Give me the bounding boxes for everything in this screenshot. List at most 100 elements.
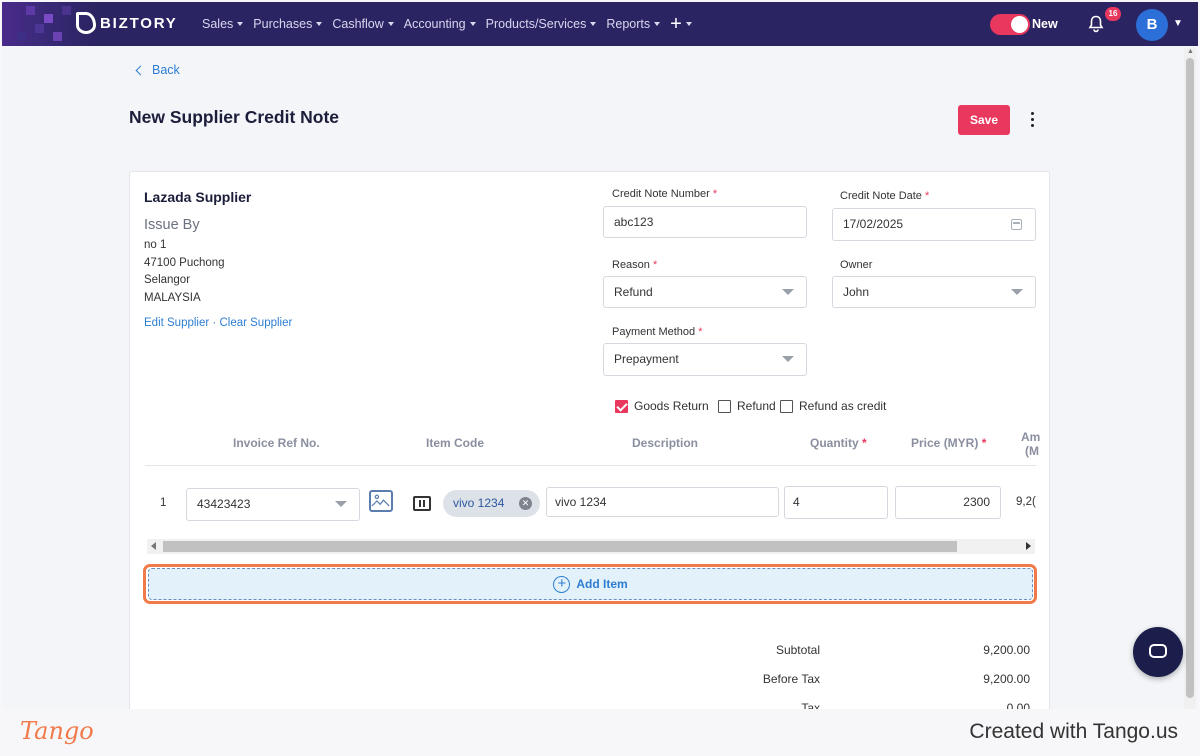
add-item-label: Add Item: [576, 577, 628, 591]
col-item-code: Item Code: [426, 436, 485, 450]
menu-item-add[interactable]: +: [670, 13, 692, 35]
menu-item-cashflow[interactable]: Cashflow: [332, 16, 394, 32]
address-line: MALAYSIA: [144, 292, 201, 304]
add-item-button[interactable]: + Add Item: [148, 568, 1033, 600]
edit-supplier-link[interactable]: Edit Supplier: [144, 317, 209, 329]
chevron-down-icon: [782, 356, 794, 362]
table-horizontal-scrollbar[interactable]: [147, 539, 1035, 554]
issue-by-label: Issue By: [144, 217, 200, 233]
description-input[interactable]: vivo 1234: [546, 487, 779, 517]
checkbox-icon: [718, 399, 731, 413]
clear-supplier-link[interactable]: Clear Supplier: [219, 317, 292, 329]
menu-label: Products/Services: [485, 17, 587, 31]
refund-checkbox[interactable]: Refund: [718, 399, 776, 413]
menu-item-accounting[interactable]: Accounting: [404, 16, 476, 32]
col-invoice-ref: Invoice Ref No.: [233, 436, 320, 450]
chevron-down-icon: [335, 501, 347, 507]
owner-value: John: [843, 285, 870, 299]
menu-item-products-services[interactable]: Products/Services: [486, 16, 597, 32]
plus-icon: +: [670, 13, 682, 35]
back-label: Back: [152, 63, 180, 77]
menu-item-purchases[interactable]: Purchases: [253, 16, 323, 32]
more-options-icon[interactable]: [1031, 112, 1035, 128]
calendar-icon[interactable]: [1011, 219, 1022, 230]
table-header-divider: [145, 465, 1036, 466]
chevron-down-icon: [782, 289, 794, 295]
goods-return-checkbox[interactable]: Goods Return: [615, 399, 709, 413]
notification-badge: 16: [1105, 7, 1121, 21]
col-quantity: Quantity *: [810, 436, 867, 450]
credit-note-number-label: Credit Note Number *: [612, 188, 718, 200]
subtotal-label: Subtotal: [775, 643, 820, 657]
chevron-down-icon: [316, 22, 323, 26]
created-with-text: Created with Tango.us: [969, 720, 1178, 743]
image-icon[interactable]: [369, 490, 393, 512]
menu-label: Reports: [606, 17, 651, 31]
link-separator: ·: [209, 317, 220, 329]
col-description: Description: [632, 436, 699, 450]
chevron-down-icon: [469, 22, 476, 26]
owner-label: Owner: [840, 259, 873, 271]
chat-button[interactable]: [1133, 627, 1183, 677]
address-line: no 1: [144, 239, 167, 251]
refund-as-credit-checkbox[interactable]: Refund as credit: [780, 399, 886, 413]
payment-method-select[interactable]: Prepayment: [603, 343, 807, 376]
main-menu: Sales Purchases Cashflow Accounting Prod…: [202, 13, 692, 35]
new-ui-toggle[interactable]: [990, 14, 1030, 35]
tango-logo: Tango: [20, 717, 94, 745]
save-button[interactable]: Save: [958, 105, 1010, 135]
before-tax-value: 9,200.00: [983, 672, 1030, 686]
scroll-thumb[interactable]: [1186, 58, 1194, 698]
chevron-down-icon: [237, 22, 244, 26]
reason-select[interactable]: Refund: [603, 276, 807, 308]
checkbox-checked-icon: [615, 399, 628, 413]
owner-select[interactable]: John: [832, 276, 1036, 308]
brand-logo[interactable]: BIZTORY: [76, 12, 178, 34]
clear-icon[interactable]: ✕: [519, 497, 532, 510]
barcode-icon[interactable]: [413, 496, 431, 511]
date-value: 17/02/2025: [843, 217, 904, 231]
chevron-down-icon[interactable]: ▼: [1173, 18, 1183, 29]
back-link[interactable]: Back: [134, 63, 180, 77]
quantity-input[interactable]: 4: [784, 486, 888, 519]
menu-label: Accounting: [403, 17, 466, 31]
col-price: Price (MYR) *: [911, 436, 987, 450]
item-code-chip[interactable]: vivo 1234 ✕: [443, 490, 540, 517]
chevron-down-icon: [654, 22, 661, 26]
scroll-up-icon[interactable]: ▲: [1187, 48, 1194, 55]
chevron-down-icon: [590, 22, 597, 26]
scroll-right-icon[interactable]: [1026, 542, 1031, 550]
address-line: 47100 Puchong: [144, 257, 225, 269]
menu-label: Sales: [202, 17, 234, 31]
user-avatar[interactable]: B: [1136, 9, 1168, 41]
page-scrollbar[interactable]: ▲: [1184, 48, 1196, 709]
payment-method-value: Prepayment: [614, 352, 679, 366]
checkbox-label: Refund as credit: [799, 399, 887, 413]
invoice-ref-value: 43423423: [197, 497, 251, 511]
checkbox-icon: [780, 399, 793, 413]
supplier-name: Lazada Supplier: [144, 189, 252, 205]
chevron-down-icon: [685, 22, 692, 26]
hscroll-thumb[interactable]: [163, 541, 957, 552]
checkbox-label: Goods Return: [634, 399, 709, 413]
credit-note-number-input[interactable]: abc123: [603, 206, 807, 238]
chat-icon: [1149, 644, 1167, 658]
invoice-ref-select[interactable]: 43423423: [186, 488, 360, 521]
menu-item-sales[interactable]: Sales: [202, 16, 244, 32]
reason-value: Refund: [614, 285, 653, 299]
col-amount-unit: (M: [1025, 444, 1039, 458]
price-input[interactable]: 2300: [895, 486, 1001, 519]
toggle-label: New: [1032, 17, 1058, 31]
before-tax-label: Before Tax: [762, 672, 820, 686]
supplier-links: Edit Supplier · Clear Supplier: [144, 317, 292, 329]
address-line: Selangor: [144, 274, 191, 286]
col-amount: Am: [1021, 430, 1041, 444]
credit-note-date-label: Credit Note Date *: [840, 190, 930, 202]
scroll-left-icon[interactable]: [151, 542, 156, 550]
subtotal-value: 9,200.00: [983, 643, 1030, 657]
bell-icon[interactable]: [1088, 15, 1104, 33]
payment-method-label: Payment Method *: [612, 326, 703, 338]
credit-note-date-input[interactable]: 17/02/2025: [832, 208, 1036, 241]
item-code-value: vivo 1234: [453, 496, 505, 510]
menu-item-reports[interactable]: Reports: [606, 16, 661, 32]
